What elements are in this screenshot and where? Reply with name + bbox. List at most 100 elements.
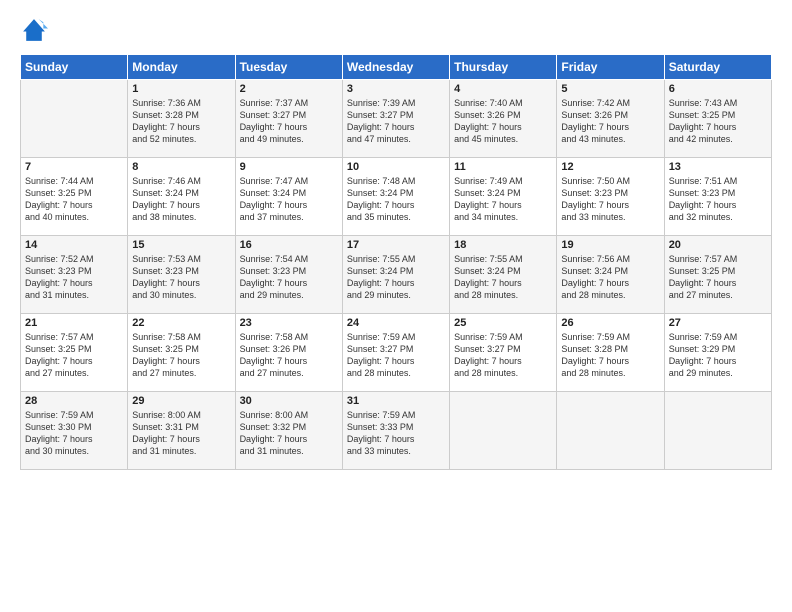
logo-icon: [20, 16, 48, 44]
day-cell: [450, 392, 557, 470]
day-number: 10: [347, 161, 445, 173]
day-cell: 24 Sunrise: 7:59 AM Sunset: 3:27 PM Dayli…: [342, 314, 449, 392]
weekday-header-row: SundayMondayTuesdayWednesdayThursdayFrid…: [21, 55, 772, 80]
day-number: 3: [347, 83, 445, 95]
day-cell: 21 Sunrise: 7:57 AM Sunset: 3:25 PM Dayli…: [21, 314, 128, 392]
day-cell: 29 Sunrise: 8:00 AM Sunset: 3:31 PM Dayli…: [128, 392, 235, 470]
day-info: Sunrise: 7:59 AM Sunset: 3:27 PM Dayligh…: [454, 331, 552, 380]
day-cell: [664, 392, 771, 470]
day-cell: 11 Sunrise: 7:49 AM Sunset: 3:24 PM Dayli…: [450, 158, 557, 236]
day-number: 6: [669, 83, 767, 95]
day-number: 17: [347, 239, 445, 251]
day-cell: 30 Sunrise: 8:00 AM Sunset: 3:32 PM Dayli…: [235, 392, 342, 470]
day-cell: 4Sunrise: 7:40 AM Sunset: 3:26 PM Daylig…: [450, 80, 557, 158]
day-info: Sunrise: 7:57 AM Sunset: 3:25 PM Dayligh…: [25, 331, 123, 380]
day-info: Sunrise: 7:56 AM Sunset: 3:24 PM Dayligh…: [561, 253, 659, 302]
day-info: Sunrise: 7:59 AM Sunset: 3:27 PM Dayligh…: [347, 331, 445, 380]
day-number: 22: [132, 317, 230, 329]
day-info: Sunrise: 7:59 AM Sunset: 3:30 PM Dayligh…: [25, 409, 123, 458]
day-number: 20: [669, 239, 767, 251]
weekday-header-tuesday: Tuesday: [235, 55, 342, 80]
day-cell: 9 Sunrise: 7:47 AM Sunset: 3:24 PM Daylig…: [235, 158, 342, 236]
day-cell: 18 Sunrise: 7:55 AM Sunset: 3:24 PM Dayli…: [450, 236, 557, 314]
day-number: 19: [561, 239, 659, 251]
day-info: Sunrise: 7:42 AM Sunset: 3:26 PM Dayligh…: [561, 97, 659, 146]
day-cell: 20Sunrise: 7:57 AM Sunset: 3:25 PM Dayli…: [664, 236, 771, 314]
day-info: Sunrise: 7:58 AM Sunset: 3:25 PM Dayligh…: [132, 331, 230, 380]
day-cell: 14 Sunrise: 7:52 AM Sunset: 3:23 PM Dayli…: [21, 236, 128, 314]
day-cell: 8 Sunrise: 7:46 AM Sunset: 3:24 PM Daylig…: [128, 158, 235, 236]
day-info: Sunrise: 7:37 AM Sunset: 3:27 PM Dayligh…: [240, 97, 338, 146]
day-cell: 28 Sunrise: 7:59 AM Sunset: 3:30 PM Dayli…: [21, 392, 128, 470]
day-cell: 10 Sunrise: 7:48 AM Sunset: 3:24 PM Dayli…: [342, 158, 449, 236]
day-number: 21: [25, 317, 123, 329]
weekday-header-sunday: Sunday: [21, 55, 128, 80]
day-info: Sunrise: 7:55 AM Sunset: 3:24 PM Dayligh…: [454, 253, 552, 302]
day-cell: 31 Sunrise: 7:59 AM Sunset: 3:33 PM Dayli…: [342, 392, 449, 470]
day-cell: 13Sunrise: 7:51 AM Sunset: 3:23 PM Dayli…: [664, 158, 771, 236]
day-number: 23: [240, 317, 338, 329]
day-number: 16: [240, 239, 338, 251]
day-cell: 27 Sunrise: 7:59 AM Sunset: 3:29 PM Dayli…: [664, 314, 771, 392]
day-info: Sunrise: 8:00 AM Sunset: 3:32 PM Dayligh…: [240, 409, 338, 458]
day-number: 12: [561, 161, 659, 173]
page: SundayMondayTuesdayWednesdayThursdayFrid…: [0, 0, 792, 612]
day-cell: 3Sunrise: 7:39 AM Sunset: 3:27 PM Daylig…: [342, 80, 449, 158]
logo: [20, 16, 52, 44]
day-info: Sunrise: 7:55 AM Sunset: 3:24 PM Dayligh…: [347, 253, 445, 302]
week-row-1: 1Sunrise: 7:36 AM Sunset: 3:28 PM Daylig…: [21, 80, 772, 158]
day-number: 8: [132, 161, 230, 173]
day-number: 18: [454, 239, 552, 251]
day-info: Sunrise: 7:47 AM Sunset: 3:24 PM Dayligh…: [240, 175, 338, 224]
day-cell: 16 Sunrise: 7:54 AM Sunset: 3:23 PM Dayli…: [235, 236, 342, 314]
day-number: 30: [240, 395, 338, 407]
day-info: Sunrise: 7:54 AM Sunset: 3:23 PM Dayligh…: [240, 253, 338, 302]
day-info: Sunrise: 7:59 AM Sunset: 3:28 PM Dayligh…: [561, 331, 659, 380]
day-number: 13: [669, 161, 767, 173]
day-cell: 19 Sunrise: 7:56 AM Sunset: 3:24 PM Dayli…: [557, 236, 664, 314]
weekday-header-friday: Friday: [557, 55, 664, 80]
day-number: 4: [454, 83, 552, 95]
day-number: 26: [561, 317, 659, 329]
calendar-table: SundayMondayTuesdayWednesdayThursdayFrid…: [20, 54, 772, 470]
day-info: Sunrise: 7:36 AM Sunset: 3:28 PM Dayligh…: [132, 97, 230, 146]
weekday-header-thursday: Thursday: [450, 55, 557, 80]
week-row-5: 28 Sunrise: 7:59 AM Sunset: 3:30 PM Dayli…: [21, 392, 772, 470]
day-number: 11: [454, 161, 552, 173]
day-number: 31: [347, 395, 445, 407]
day-cell: [557, 392, 664, 470]
weekday-header-saturday: Saturday: [664, 55, 771, 80]
week-row-4: 21 Sunrise: 7:57 AM Sunset: 3:25 PM Dayli…: [21, 314, 772, 392]
day-info: Sunrise: 7:59 AM Sunset: 3:33 PM Dayligh…: [347, 409, 445, 458]
day-number: 27: [669, 317, 767, 329]
day-cell: 22 Sunrise: 7:58 AM Sunset: 3:25 PM Dayli…: [128, 314, 235, 392]
day-info: Sunrise: 7:43 AM Sunset: 3:25 PM Dayligh…: [669, 97, 767, 146]
day-number: 14: [25, 239, 123, 251]
day-number: 9: [240, 161, 338, 173]
day-info: Sunrise: 7:52 AM Sunset: 3:23 PM Dayligh…: [25, 253, 123, 302]
day-info: Sunrise: 8:00 AM Sunset: 3:31 PM Dayligh…: [132, 409, 230, 458]
day-number: 7: [25, 161, 123, 173]
day-cell: 17 Sunrise: 7:55 AM Sunset: 3:24 PM Dayli…: [342, 236, 449, 314]
day-cell: 12 Sunrise: 7:50 AM Sunset: 3:23 PM Dayli…: [557, 158, 664, 236]
day-number: 5: [561, 83, 659, 95]
header: [20, 16, 772, 44]
day-info: Sunrise: 7:50 AM Sunset: 3:23 PM Dayligh…: [561, 175, 659, 224]
day-info: Sunrise: 7:46 AM Sunset: 3:24 PM Dayligh…: [132, 175, 230, 224]
day-cell: 26 Sunrise: 7:59 AM Sunset: 3:28 PM Dayli…: [557, 314, 664, 392]
week-row-2: 7 Sunrise: 7:44 AM Sunset: 3:25 PM Daylig…: [21, 158, 772, 236]
day-info: Sunrise: 7:53 AM Sunset: 3:23 PM Dayligh…: [132, 253, 230, 302]
day-number: 28: [25, 395, 123, 407]
weekday-header-monday: Monday: [128, 55, 235, 80]
day-info: Sunrise: 7:49 AM Sunset: 3:24 PM Dayligh…: [454, 175, 552, 224]
day-cell: 1Sunrise: 7:36 AM Sunset: 3:28 PM Daylig…: [128, 80, 235, 158]
day-info: Sunrise: 7:44 AM Sunset: 3:25 PM Dayligh…: [25, 175, 123, 224]
day-info: Sunrise: 7:59 AM Sunset: 3:29 PM Dayligh…: [669, 331, 767, 380]
day-number: 29: [132, 395, 230, 407]
day-number: 24: [347, 317, 445, 329]
day-info: Sunrise: 7:48 AM Sunset: 3:24 PM Dayligh…: [347, 175, 445, 224]
day-cell: 25Sunrise: 7:59 AM Sunset: 3:27 PM Dayli…: [450, 314, 557, 392]
day-cell: 7 Sunrise: 7:44 AM Sunset: 3:25 PM Daylig…: [21, 158, 128, 236]
day-number: 15: [132, 239, 230, 251]
day-cell: 23Sunrise: 7:58 AM Sunset: 3:26 PM Dayli…: [235, 314, 342, 392]
